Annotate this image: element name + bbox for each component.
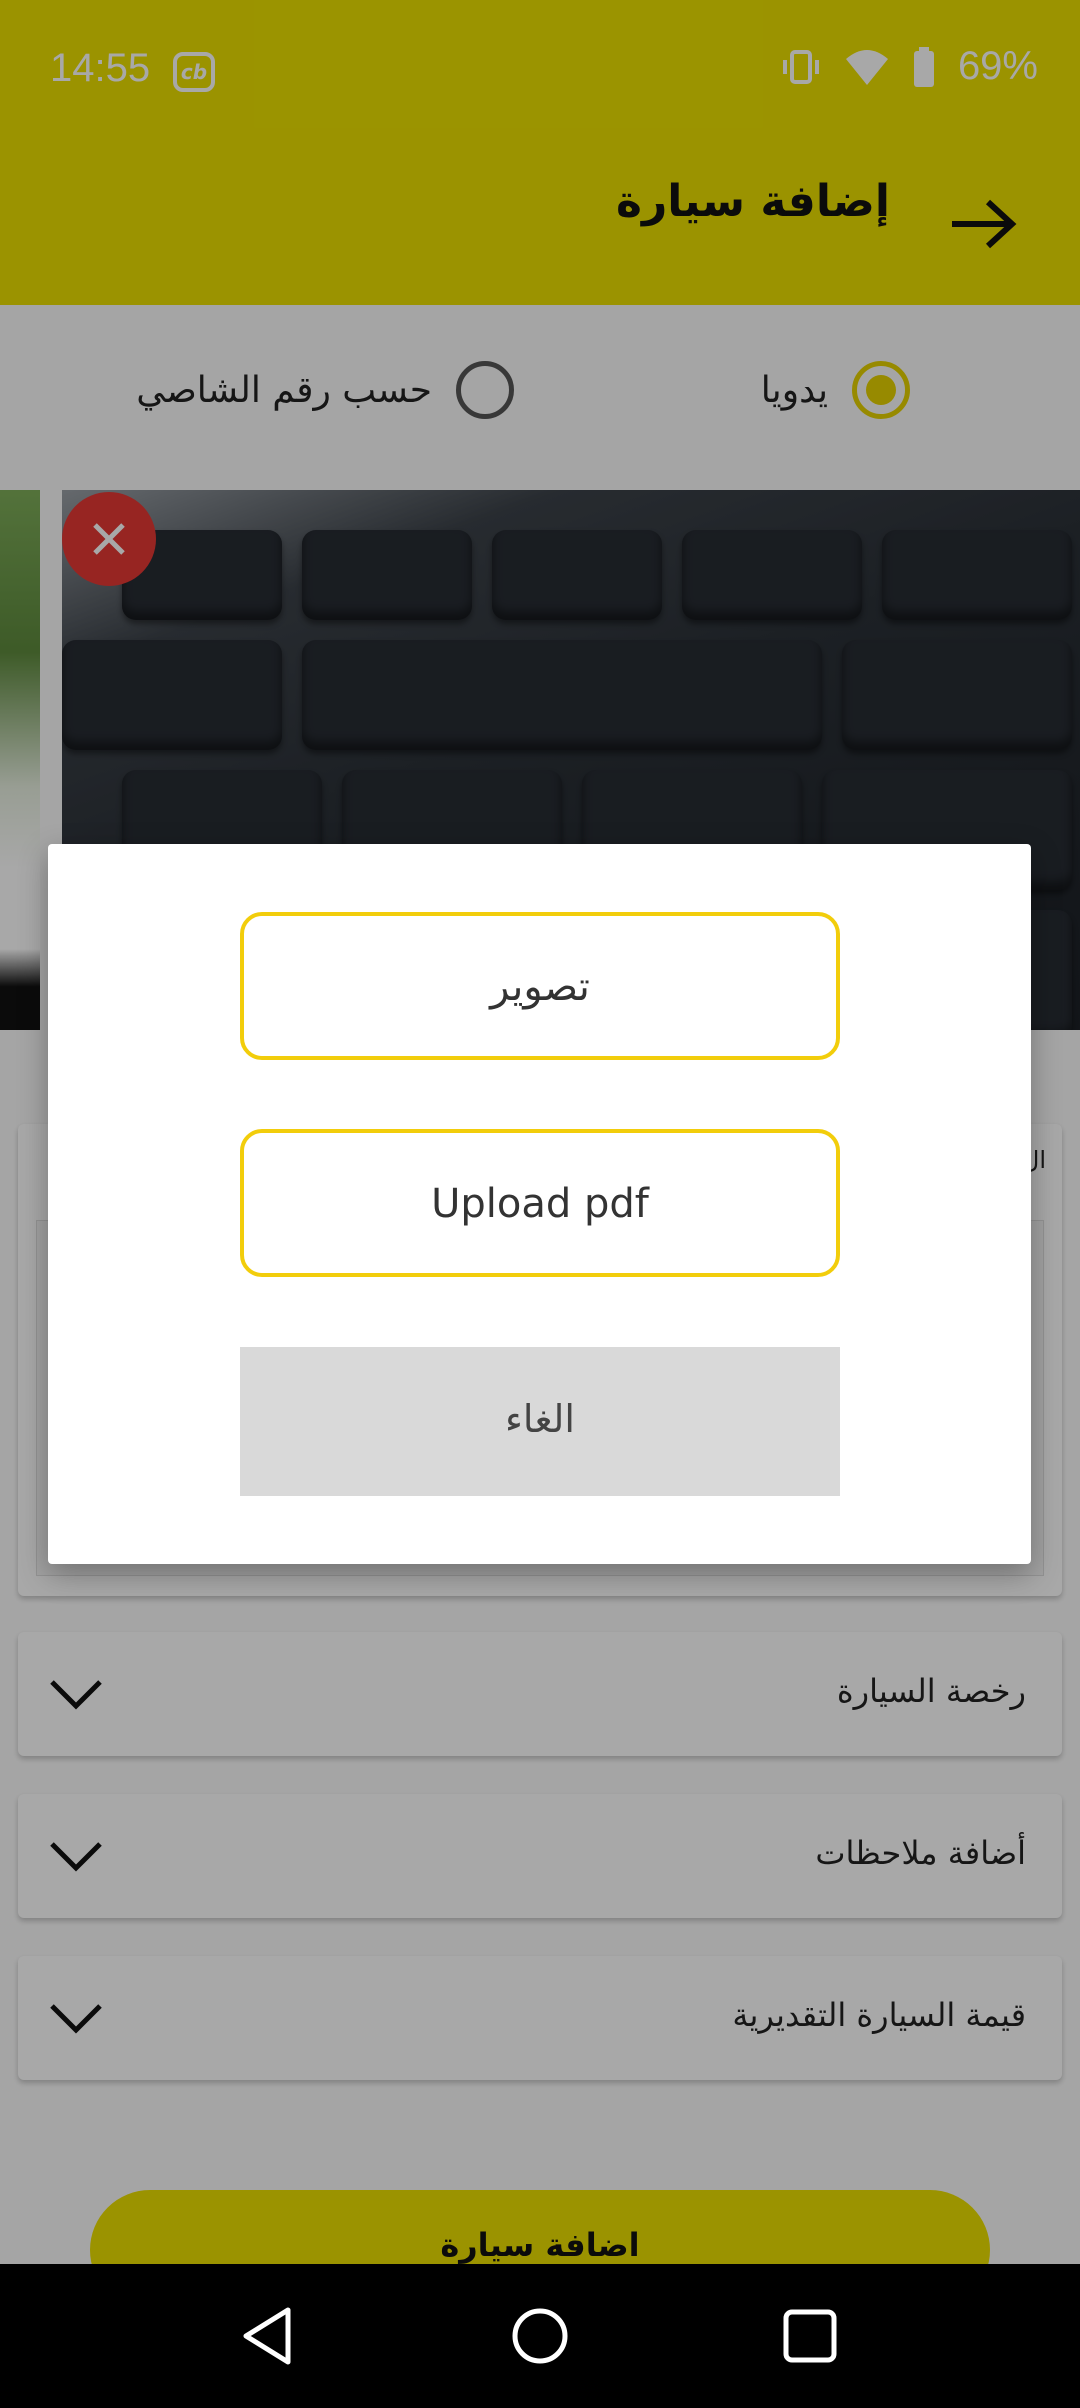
nav-recents-icon[interactable]: [778, 2304, 842, 2368]
upload-pdf-label: Upload pdf: [431, 1181, 649, 1227]
capture-photo-button[interactable]: تصوير: [240, 912, 840, 1060]
cancel-label: الغاء: [505, 1397, 575, 1441]
upload-pdf-button[interactable]: Upload pdf: [240, 1129, 840, 1277]
nav-home-icon[interactable]: [508, 2304, 572, 2368]
cancel-button[interactable]: الغاء: [240, 1347, 840, 1496]
system-nav-bar: [0, 2264, 1080, 2408]
nav-back-icon[interactable]: [238, 2304, 302, 2368]
upload-options-dialog: تصوير Upload pdf الغاء: [48, 844, 1031, 1564]
capture-photo-label: تصوير: [490, 964, 590, 1010]
